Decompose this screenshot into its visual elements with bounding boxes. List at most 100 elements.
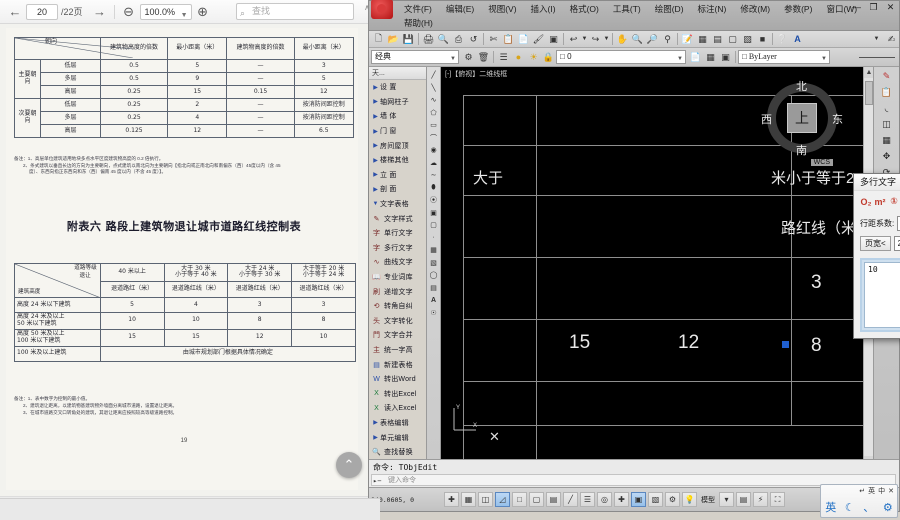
tool-export-excel[interactable]: X 转出Excel bbox=[369, 386, 426, 401]
spline-icon[interactable]: ∼ bbox=[428, 169, 440, 182]
tool-find-replace[interactable]: 🔍 查找替换 bbox=[369, 445, 426, 460]
undo-icon[interactable]: ↩ bbox=[566, 32, 581, 47]
tool-export-word[interactable]: W 转出Word bbox=[369, 372, 426, 387]
page-number-input[interactable]: 20 bbox=[26, 3, 58, 20]
layer-select[interactable]: □ 0 ▼ bbox=[556, 50, 686, 64]
save-icon[interactable]: 💾 bbox=[401, 32, 416, 47]
point-icon[interactable]: · bbox=[428, 232, 440, 245]
layer-match-icon[interactable]: ▣ bbox=[718, 50, 733, 65]
workspace-settings-icon[interactable]: ⚙ bbox=[461, 50, 476, 65]
rectangle-icon[interactable]: ▭ bbox=[428, 119, 440, 132]
layer-previous-icon[interactable]: 📄 bbox=[688, 50, 703, 65]
tool-single-line-text[interactable]: 字 单行文字 bbox=[369, 226, 426, 241]
menu-help[interactable]: 帮助(H) bbox=[397, 16, 440, 30]
viewport-scale-icon[interactable]: ▤ bbox=[736, 492, 751, 507]
menu-insert[interactable]: 插入(I) bbox=[524, 2, 563, 16]
workspace-switch-icon[interactable]: ⚙ bbox=[665, 492, 680, 507]
menu-dimension[interactable]: 标注(N) bbox=[691, 2, 734, 16]
tool-rotate-correct[interactable]: ⟲ 转角自纠 bbox=[369, 299, 426, 314]
tool-group-stairs-others[interactable]: ▶ 楼梯其他 bbox=[369, 153, 426, 168]
scroll-to-top-button[interactable]: ⌃ bbox=[336, 452, 362, 478]
next-page-button[interactable]: → bbox=[89, 2, 111, 22]
paste-icon[interactable]: 📄 bbox=[516, 32, 531, 47]
zoom-out-icon[interactable]: ⊖ bbox=[118, 2, 140, 22]
pdf-page-canvas[interactable]: 朝向 建筑物高度的倍数 最小距离（米） 建筑物高度的倍数 最小距离（米） 主要朝… bbox=[0, 24, 368, 496]
page-width-input[interactable]: 200.0 bbox=[893, 235, 900, 251]
selection-cycling-icon[interactable]: ▣ bbox=[631, 492, 646, 507]
model-space-label[interactable]: 模型 bbox=[698, 495, 718, 505]
menu-view[interactable]: 视图(V) bbox=[481, 2, 523, 16]
previous-page-button[interactable]: ← bbox=[4, 2, 26, 22]
extra-tool-icon[interactable]: ✍ bbox=[884, 32, 899, 47]
tool-group-text-table[interactable]: ▼ 文字表格 bbox=[369, 197, 426, 212]
arc-icon[interactable]: ⌒ bbox=[428, 132, 440, 145]
insert-block-icon[interactable]: ▣ bbox=[428, 207, 440, 220]
lineweight-icon[interactable]: ☰ bbox=[580, 492, 595, 507]
superscript-symbol-icon[interactable]: m² bbox=[874, 197, 886, 207]
quick-properties-icon[interactable]: ✚ bbox=[614, 492, 629, 507]
viewcube-top-face[interactable]: 上 bbox=[787, 103, 817, 133]
tool-group-settings[interactable]: ▶ 设 置 bbox=[369, 80, 426, 95]
circled-number-icon[interactable]: ① bbox=[888, 196, 900, 207]
tool-group-cell-edit[interactable]: ▶ 单元编辑 bbox=[369, 430, 426, 445]
ime-close-icon[interactable]: ✕ bbox=[888, 487, 894, 495]
undo-dropdown-icon[interactable]: ▼ bbox=[581, 32, 588, 47]
line-icon[interactable]: ╱ bbox=[428, 69, 440, 82]
layer-make-current-icon[interactable]: ▦ bbox=[703, 50, 718, 65]
revcloud-icon[interactable]: ☁ bbox=[428, 157, 440, 170]
object-snap-tracking-icon[interactable]: ▢ bbox=[529, 492, 544, 507]
hardware-accel-icon[interactable]: ⚡ bbox=[753, 492, 768, 507]
viewcube-east-label[interactable]: 东 bbox=[832, 111, 843, 127]
drawing-canvas[interactable]: [-]【俯视】二维线框 大于 米小于等于24米 路红线（米） 3 8 15 12 bbox=[441, 67, 873, 467]
layer-lock-icon[interactable]: 🔒 bbox=[541, 50, 556, 65]
minimize-button[interactable]: — bbox=[850, 2, 863, 13]
tool-import-excel[interactable]: X 读入Excel bbox=[369, 401, 426, 416]
ducs-icon[interactable]: ▤ bbox=[546, 492, 561, 507]
polar-tracking-icon[interactable]: ◿ bbox=[495, 492, 510, 507]
erase-icon[interactable]: ✎ bbox=[879, 69, 894, 84]
dynamic-input-icon[interactable]: ╱ bbox=[563, 492, 578, 507]
ellipse-icon[interactable]: ⬮ bbox=[428, 182, 440, 195]
workspace-save-icon[interactable]: 🗑 bbox=[476, 50, 491, 65]
make-block-icon[interactable]: ▢ bbox=[428, 219, 440, 232]
redo-dropdown-icon[interactable]: ▼ bbox=[603, 32, 610, 47]
mtext-icon[interactable]: A bbox=[428, 294, 440, 307]
tool-text-merge[interactable]: 門 文字合并 bbox=[369, 328, 426, 343]
menu-modify[interactable]: 修改(M) bbox=[733, 2, 777, 16]
gradient-icon[interactable]: ▧ bbox=[428, 257, 440, 270]
region-icon[interactable]: ◯ bbox=[428, 269, 440, 282]
open-file-icon[interactable]: 📂 bbox=[386, 32, 401, 47]
properties-icon[interactable]: 📝 bbox=[680, 32, 695, 47]
move-icon[interactable]: ✥ bbox=[879, 149, 894, 164]
add-selected-icon[interactable]: ☉ bbox=[428, 307, 440, 320]
mirror-icon[interactable]: ◟ bbox=[879, 101, 894, 116]
clean-screen-icon[interactable]: ⛶ bbox=[770, 492, 785, 507]
ortho-mode-icon[interactable]: ◫ bbox=[478, 492, 493, 507]
offset-icon[interactable]: ◫ bbox=[879, 117, 894, 132]
annotation-scale-icon[interactable]: ▾ bbox=[719, 492, 734, 507]
table-icon[interactable]: ▤ bbox=[428, 282, 440, 295]
ime-lang-toggle-button[interactable]: 英 bbox=[825, 499, 836, 515]
new-file-icon[interactable]: 🗋 bbox=[371, 32, 386, 47]
tool-glossary[interactable]: 📖 专业词库 bbox=[369, 270, 426, 285]
menu-tools[interactable]: 工具(T) bbox=[606, 2, 648, 16]
circle-icon[interactable]: ◉ bbox=[428, 144, 440, 157]
grid-display-icon[interactable]: ▦ bbox=[461, 492, 476, 507]
menu-edit[interactable]: 编辑(E) bbox=[439, 2, 481, 16]
restore-button[interactable]: ❐ bbox=[867, 2, 880, 13]
tool-text-style[interactable]: ✎ 文字样式 bbox=[369, 211, 426, 226]
command-line-area[interactable]: 命令: TObjEdit ▸− 键入命令 bbox=[369, 459, 899, 487]
tool-group-section[interactable]: ▶ 剖 面 bbox=[369, 182, 426, 197]
viewcube[interactable]: 上 北 南 西 东 bbox=[761, 79, 843, 157]
menu-draw[interactable]: 绘图(D) bbox=[648, 2, 691, 16]
toolpalette-icon[interactable]: ▤ bbox=[710, 32, 725, 47]
layer-freeze-icon[interactable]: ☀ bbox=[526, 50, 541, 65]
block-editor-icon[interactable]: ▣ bbox=[546, 32, 561, 47]
copy-object-icon[interactable]: 📋 bbox=[879, 85, 894, 100]
search-input[interactable]: ⌕ 查找 bbox=[236, 3, 354, 20]
layer-properties-icon[interactable]: ☰ bbox=[496, 50, 511, 65]
tool-group-doors-windows[interactable]: ▶ 门 窗 bbox=[369, 124, 426, 139]
preview-icon[interactable]: 🔍 bbox=[436, 32, 451, 47]
ime-chinese-mode-icon[interactable]: 中 bbox=[878, 486, 885, 496]
plot-icon[interactable]: 🖨 bbox=[421, 32, 436, 47]
